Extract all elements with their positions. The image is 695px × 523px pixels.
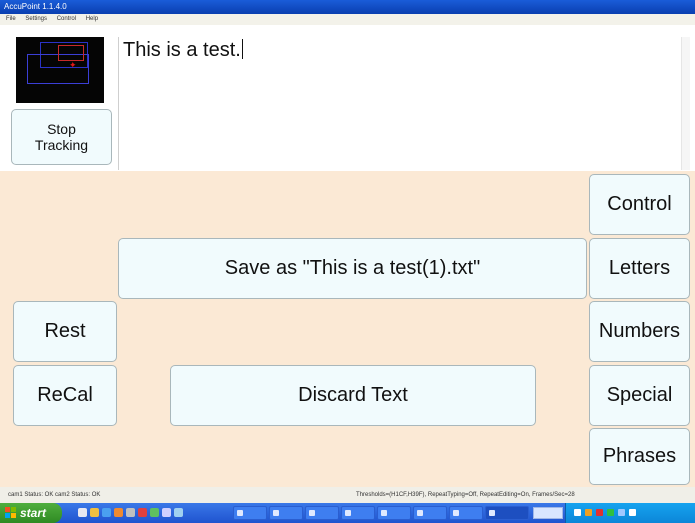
control-button[interactable]: Control bbox=[589, 174, 690, 235]
taskbar-window[interactable] bbox=[233, 506, 267, 520]
menu-item-file[interactable]: File bbox=[6, 16, 16, 22]
taskbar-search-input[interactable] bbox=[533, 507, 563, 519]
media-icon[interactable] bbox=[114, 508, 123, 517]
tracking-target-box bbox=[58, 45, 84, 61]
app-icon[interactable] bbox=[162, 508, 171, 517]
editor-text-content: This is a test. bbox=[123, 39, 241, 61]
keyboard-panel: Control Letters Numbers Special Phrases … bbox=[0, 171, 695, 487]
menu-bar: File Settings Control Help bbox=[0, 14, 695, 25]
letters-button[interactable]: Letters bbox=[589, 238, 690, 299]
status-bar: cam1 Status: OK cam2 Status: OK Threshol… bbox=[0, 487, 695, 503]
camera-preview: ✦ bbox=[16, 37, 104, 103]
tray-app-icon[interactable] bbox=[607, 509, 614, 516]
start-button[interactable]: start bbox=[0, 503, 62, 523]
tracking-point-icon: ✦ bbox=[69, 60, 77, 70]
text-caret bbox=[241, 39, 243, 59]
volume-icon[interactable] bbox=[618, 509, 625, 516]
special-button[interactable]: Special bbox=[589, 365, 690, 426]
taskbar-window-active[interactable] bbox=[485, 506, 529, 520]
editor-scrollbar[interactable] bbox=[681, 37, 690, 170]
system-tray bbox=[565, 503, 695, 523]
taskbar: start bbox=[0, 503, 695, 523]
taskbar-window[interactable] bbox=[305, 506, 339, 520]
phrases-button[interactable]: Phrases bbox=[589, 428, 690, 485]
tray-app-icon[interactable] bbox=[629, 509, 636, 516]
text-editor[interactable]: This is a test. bbox=[118, 37, 690, 170]
app-icon[interactable] bbox=[138, 508, 147, 517]
rest-button[interactable]: Rest bbox=[13, 301, 117, 362]
browser-icon[interactable] bbox=[102, 508, 111, 517]
menu-item-help[interactable]: Help bbox=[86, 16, 98, 22]
discard-text-button[interactable]: Discard Text bbox=[170, 365, 536, 426]
taskbar-window[interactable] bbox=[341, 506, 375, 520]
app-icon[interactable] bbox=[126, 508, 135, 517]
menu-item-settings[interactable]: Settings bbox=[25, 16, 47, 22]
taskbar-window[interactable] bbox=[377, 506, 411, 520]
folder-icon[interactable] bbox=[90, 508, 99, 517]
menu-item-control[interactable]: Control bbox=[57, 16, 76, 22]
tray-app-icon[interactable] bbox=[585, 509, 592, 516]
app-icon[interactable] bbox=[150, 508, 159, 517]
save-as-button[interactable]: Save as "This is a test(1).txt" bbox=[118, 238, 587, 299]
desktop-icon[interactable] bbox=[78, 508, 87, 517]
top-area: ✦ Stop Tracking This is a test. bbox=[0, 25, 695, 171]
editor-text: This is a test. bbox=[123, 39, 243, 62]
settings-status: Thresholds=(H1CF,H39F), RepeatTyping=Off… bbox=[356, 492, 575, 498]
network-icon[interactable] bbox=[574, 509, 581, 516]
recal-button[interactable]: ReCal bbox=[13, 365, 117, 426]
start-label: start bbox=[20, 506, 47, 520]
taskbar-window[interactable] bbox=[449, 506, 483, 520]
taskbar-window[interactable] bbox=[413, 506, 447, 520]
windows-logo-icon bbox=[5, 507, 16, 518]
stop-tracking-button[interactable]: Stop Tracking bbox=[11, 109, 112, 165]
title-bar: AccuPoint 1.1.4.0 bbox=[0, 0, 695, 14]
numbers-button[interactable]: Numbers bbox=[589, 301, 690, 362]
app-icon[interactable] bbox=[174, 508, 183, 517]
window-title: AccuPoint 1.1.4.0 bbox=[4, 2, 67, 11]
taskbar-window[interactable] bbox=[269, 506, 303, 520]
tray-app-icon[interactable] bbox=[596, 509, 603, 516]
camera-status: cam1 Status: OK cam2 Status: OK bbox=[8, 492, 101, 498]
